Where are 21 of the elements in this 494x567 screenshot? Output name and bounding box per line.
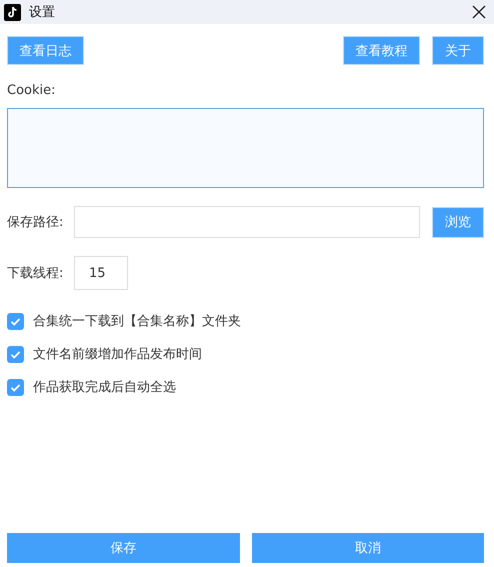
close-icon[interactable] [472,5,486,19]
threads-label: 下载线程: [7,265,64,282]
option-label: 文件名前缀增加作品发布时间 [33,346,202,363]
app-icon [4,4,21,20]
browse-button[interactable]: 浏览 [432,206,484,238]
option-label: 作品获取完成后自动全选 [33,379,176,396]
cookie-field[interactable] [7,108,484,188]
toolbar-button[interactable]: 关于 [432,36,484,65]
save-path-field[interactable] [74,206,420,238]
checkbox[interactable] [7,346,24,362]
toolbar-button[interactable]: 查看教程 [343,36,420,65]
window-title: 设置 [29,4,56,21]
cookie-label: Cookie: [7,83,57,98]
toolbar-button[interactable]: 查看日志 [7,36,84,65]
option-label: 合集统一下载到【合集名称】文件夹 [33,313,241,330]
save-path-label: 保存路径: [7,214,64,231]
threads-field[interactable]: 15 [74,256,128,290]
footer-button[interactable]: 保存 [7,533,240,563]
footer-button[interactable]: 取消 [252,533,484,563]
checkbox[interactable] [7,312,24,330]
checkbox[interactable] [7,378,24,396]
